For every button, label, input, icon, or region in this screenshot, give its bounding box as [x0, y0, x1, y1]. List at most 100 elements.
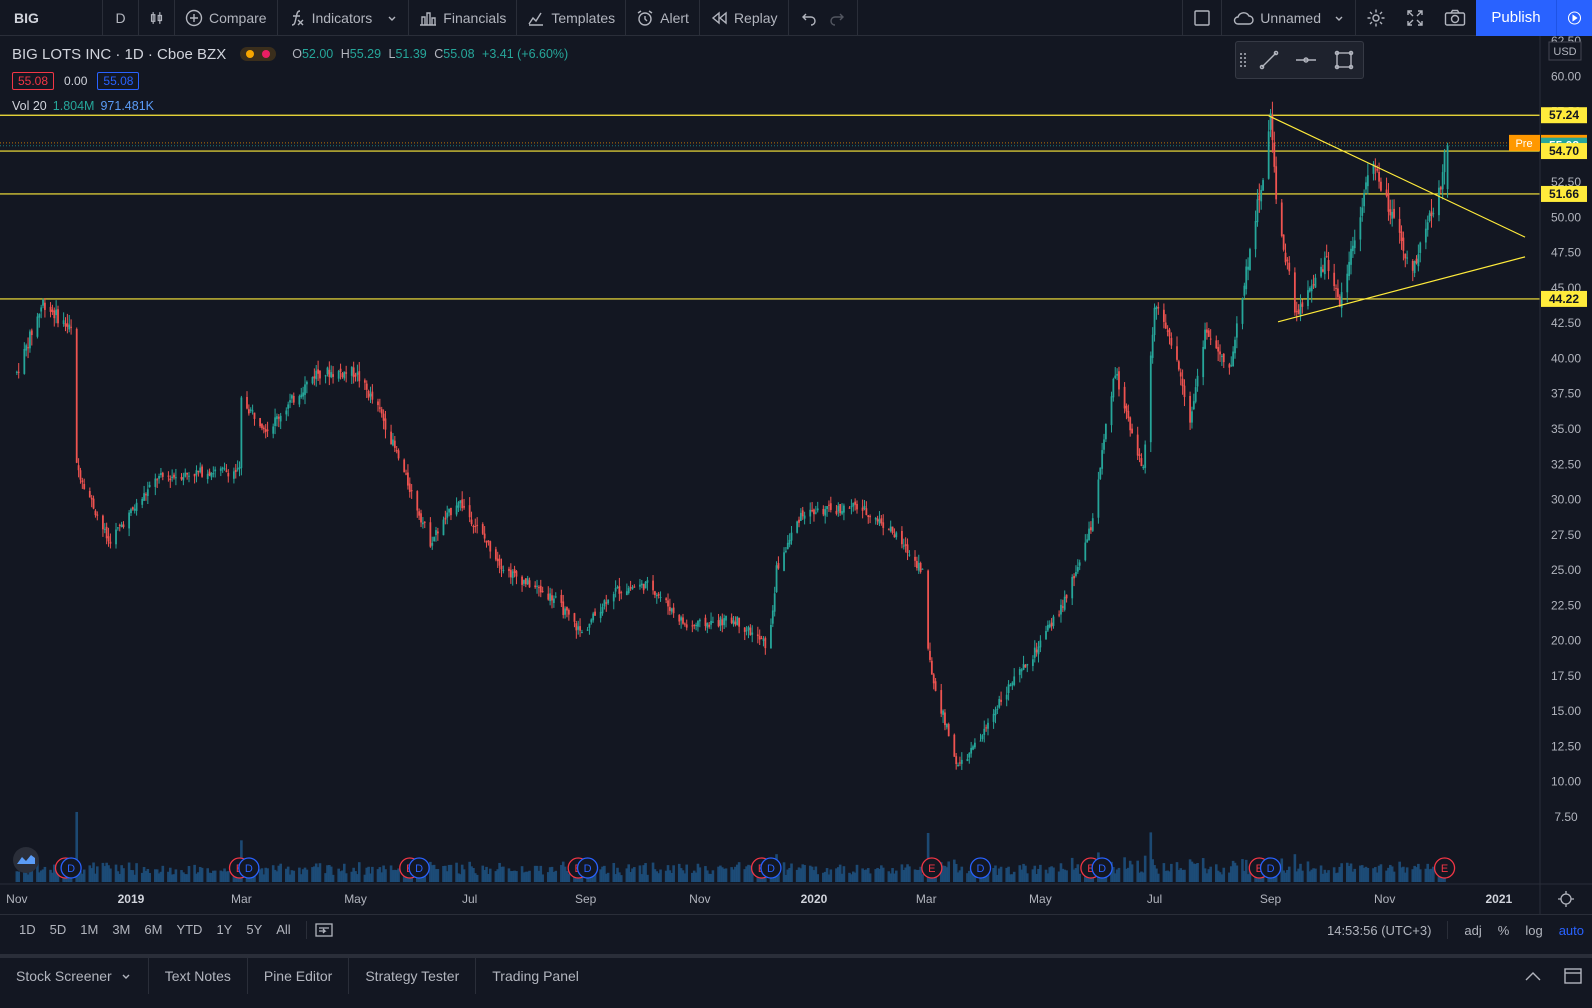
tradingview-logo-icon[interactable]: [13, 847, 39, 873]
candle-body: [167, 475, 170, 477]
tab-stock-screener[interactable]: Stock Screener: [0, 958, 149, 994]
candle-body: [70, 326, 73, 328]
range-button-1d[interactable]: 1D: [12, 922, 43, 937]
candle-body: [1026, 663, 1029, 666]
tab-text-notes[interactable]: Text Notes: [149, 958, 248, 994]
top-toolbar: BIG D Compare Indicators Financials Temp…: [0, 0, 1592, 36]
candle-body: [470, 519, 473, 525]
fullscreen-toggle-button[interactable]: [1182, 0, 1223, 36]
volume-bar: [1156, 873, 1160, 882]
sell-price-box[interactable]: 55.08: [12, 72, 55, 90]
range-button-5y[interactable]: 5Y: [239, 922, 269, 937]
candle-body: [1125, 405, 1128, 412]
candle-body: [459, 500, 462, 504]
buy-price-box[interactable]: 55.08: [97, 72, 140, 90]
volume-bar: [1196, 863, 1199, 882]
candle-body: [227, 472, 230, 477]
interval-label: D: [115, 9, 126, 26]
log-toggle[interactable]: log: [1517, 923, 1550, 938]
candle-body: [337, 371, 340, 379]
candle-body: [1153, 307, 1156, 336]
candle-body: [188, 475, 190, 477]
candle-body: [614, 588, 617, 592]
templates-icon: [528, 12, 544, 26]
tab-trading-panel[interactable]: Trading Panel: [476, 958, 595, 994]
bar-chart-icon: [420, 11, 437, 26]
candle-body: [822, 508, 825, 515]
candle-body: [1366, 175, 1369, 187]
chart-style-button[interactable]: [139, 0, 175, 36]
candle-body: [92, 498, 95, 509]
maximize-panel-icon[interactable]: [1564, 968, 1582, 984]
volume-bar: [606, 872, 610, 882]
candle-body: [706, 623, 709, 628]
trend-line-tool[interactable]: [1250, 42, 1288, 78]
layout-name-button[interactable]: Unnamed: [1222, 0, 1356, 36]
templates-button[interactable]: Templates: [517, 0, 627, 36]
candle-body: [1301, 302, 1304, 307]
candle-body: [1035, 649, 1038, 653]
range-button-3m[interactable]: 3M: [105, 922, 137, 937]
chart-pane[interactable]: EDEDEDEDEDEDEDEDE 62.5060.0057.5055.0052…: [0, 36, 1592, 914]
go-to-date-icon[interactable]: [315, 922, 333, 938]
clock-label[interactable]: 14:53:56 (UTC+3): [1319, 923, 1439, 938]
range-button-6m[interactable]: 6M: [137, 922, 169, 937]
redo-button[interactable]: [823, 0, 858, 36]
replay-button[interactable]: Replay: [700, 0, 789, 36]
candle-body: [738, 617, 741, 627]
snapshot-button[interactable]: [1434, 0, 1476, 36]
candle-body: [55, 309, 58, 316]
candle-body: [156, 479, 159, 481]
financials-button[interactable]: Financials: [409, 0, 518, 36]
range-button-1y[interactable]: 1Y: [209, 922, 239, 937]
tab-pine-editor[interactable]: Pine Editor: [248, 958, 350, 994]
candle-body: [1118, 371, 1120, 390]
drag-handle[interactable]: [1236, 42, 1250, 78]
tab-strategy-tester[interactable]: Strategy Tester: [349, 958, 477, 994]
symbol-title[interactable]: BIG LOTS INC · 1D · Cboe BZX: [12, 46, 226, 63]
candle-body: [758, 635, 761, 640]
rectangle-tool[interactable]: [1325, 42, 1363, 78]
symbol-search-button[interactable]: BIG: [0, 0, 103, 36]
candle-body: [508, 568, 510, 571]
candle-body: [489, 541, 492, 552]
candle-body: [1271, 115, 1274, 141]
time-tick-label: Sep: [1260, 892, 1282, 906]
volume-bar: [135, 863, 138, 882]
volume-bar: [855, 864, 859, 882]
time-tick-label: May: [1029, 892, 1052, 906]
candle-body: [408, 483, 411, 493]
publish-video-button[interactable]: [1556, 0, 1592, 36]
candle-body: [927, 570, 930, 649]
alert-button[interactable]: Alert: [626, 0, 700, 36]
candle-body: [161, 472, 164, 477]
candle-body: [116, 527, 119, 529]
compare-button[interactable]: Compare: [175, 0, 278, 36]
range-button-all[interactable]: All: [269, 922, 297, 937]
auto-toggle[interactable]: auto: [1551, 923, 1592, 938]
camera-icon: [1444, 9, 1466, 26]
horizontal-line-tool[interactable]: [1288, 42, 1326, 78]
adj-toggle[interactable]: adj: [1456, 923, 1489, 938]
undo-button[interactable]: [789, 0, 823, 36]
market-status-badge[interactable]: [240, 47, 277, 61]
candle-body: [1293, 272, 1296, 313]
range-button-ytd[interactable]: YTD: [169, 922, 209, 937]
range-button-1m[interactable]: 1M: [73, 922, 105, 937]
expand-button[interactable]: [1396, 0, 1434, 36]
candle-body: [96, 514, 99, 516]
interval-button[interactable]: D: [103, 0, 139, 36]
indicators-button[interactable]: Indicators: [278, 0, 410, 36]
range-button-5d[interactable]: 5D: [43, 922, 74, 937]
candle-body: [186, 472, 189, 475]
chevron-up-icon[interactable]: [1524, 970, 1542, 982]
candle-body: [981, 735, 984, 740]
candle-body: [407, 472, 409, 486]
publish-button[interactable]: Publish: [1476, 0, 1556, 36]
percent-toggle[interactable]: %: [1490, 923, 1518, 938]
candle-body: [131, 507, 134, 510]
candle-body: [1404, 253, 1407, 259]
volume-bar: [803, 865, 806, 882]
candle-body: [1151, 334, 1154, 358]
settings-button[interactable]: [1356, 0, 1396, 36]
